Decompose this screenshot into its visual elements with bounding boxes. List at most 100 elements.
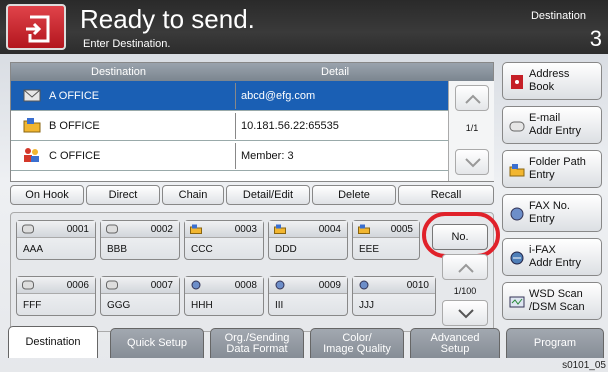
one-touch-key[interactable]: 0004 DDD: [268, 220, 348, 260]
row-divider: [235, 143, 236, 169]
key-number: 0002: [150, 224, 173, 235]
list-scroll-down-button[interactable]: [455, 149, 489, 175]
tab-program[interactable]: Program: [506, 328, 604, 358]
key-header: 0002: [101, 221, 179, 238]
page-title: Ready to send.: [80, 4, 255, 34]
one-touch-key[interactable]: 0010 JJJ: [352, 276, 436, 316]
list-row[interactable]: B OFFICE 10.181.56.22:65535: [11, 111, 448, 141]
key-scroll-down-button[interactable]: [442, 300, 488, 326]
list-scroll-up-button[interactable]: [455, 85, 489, 111]
scan-icon: [509, 296, 525, 308]
folder-icon: [509, 164, 525, 177]
column-header-destination[interactable]: Destination: [91, 66, 146, 78]
tab-advanced-setup[interactable]: Advanced Setup: [410, 328, 500, 358]
key-header: 0005: [353, 221, 419, 238]
detail-edit-button[interactable]: Detail/Edit: [226, 185, 310, 205]
direct-button[interactable]: Direct: [86, 185, 160, 205]
tab-quick-setup[interactable]: Quick Setup: [110, 328, 204, 358]
chevron-down-icon: [465, 158, 481, 168]
key-header: 0004: [269, 221, 347, 238]
fax-icon: [359, 280, 369, 290]
figure-code: s0101_05: [562, 360, 606, 371]
ifax-addr-entry-label: i-FAX Addr Entry: [529, 244, 581, 269]
row-name: A OFFICE: [49, 90, 100, 102]
key-number: 0003: [234, 224, 257, 235]
key-number: 0009: [318, 280, 341, 291]
one-touch-key[interactable]: 0007 GGG: [100, 276, 180, 316]
tab-destination[interactable]: Destination: [8, 326, 98, 358]
folder-path-entry-label: Folder Path Entry: [529, 156, 586, 181]
list-scrollbar: 1/1: [448, 81, 494, 181]
one-touch-key[interactable]: 0008 HHH: [184, 276, 264, 316]
fax-icon: [275, 280, 285, 290]
key-header: 0009: [269, 277, 347, 294]
email-icon: [22, 280, 34, 290]
list-row[interactable]: A OFFICE abcd@efg.com: [11, 81, 448, 111]
one-touch-key[interactable]: 0003 CCC: [184, 220, 264, 260]
row-name: C OFFICE: [49, 150, 101, 162]
one-touch-key[interactable]: 0005 EEE: [352, 220, 420, 260]
one-touch-key[interactable]: 0009 III: [268, 276, 348, 316]
key-header: 0008: [185, 277, 263, 294]
key-scroll-up-button[interactable]: [442, 254, 488, 280]
chevron-up-icon: [458, 263, 474, 273]
key-header: 0006: [17, 277, 95, 294]
one-touch-key[interactable]: 0006 FFF: [16, 276, 96, 316]
fax-icon: [510, 207, 524, 221]
list-header: Destination Detail: [11, 63, 493, 81]
header-bar: Ready to send. Enter Destination. Destin…: [0, 0, 608, 54]
row-detail: abcd@efg.com: [241, 90, 316, 102]
tab-org-sending-data-format[interactable]: Org./Sending Data Format: [210, 328, 304, 358]
one-touch-key[interactable]: 0002 BBB: [100, 220, 180, 260]
fax-no-entry-button[interactable]: FAX No. Entry: [502, 194, 602, 232]
email-addr-entry-button[interactable]: E-mail Addr Entry: [502, 106, 602, 144]
folder-icon: [190, 224, 202, 234]
destination-list: Destination Detail A OFFICE abcd@efg.com…: [10, 62, 494, 182]
key-header: 0003: [185, 221, 263, 238]
key-number: 0004: [318, 224, 341, 235]
key-header: 0001: [17, 221, 95, 238]
one-touch-key[interactable]: 0001 AAA: [16, 220, 96, 260]
destination-count: 3: [589, 26, 602, 51]
ifax-addr-entry-button[interactable]: i-FAX Addr Entry: [502, 238, 602, 276]
row-divider: [235, 113, 236, 139]
chevron-down-icon: [458, 309, 474, 319]
key-name: DDD: [275, 244, 297, 255]
chevron-up-icon: [465, 94, 481, 104]
address-book-label: Address Book: [529, 68, 570, 93]
home-button[interactable]: [6, 4, 66, 50]
address-book-icon: [511, 75, 523, 89]
key-number: 0006: [66, 280, 89, 291]
email-icon: [509, 121, 525, 132]
list-page-indicator: 1/1: [465, 123, 479, 133]
email-icon: [106, 224, 118, 234]
chain-button[interactable]: Chain: [162, 185, 224, 205]
home-icon: [26, 15, 50, 43]
folder-icon: [274, 224, 286, 234]
row-detail: Member: 3: [241, 150, 294, 162]
fax-icon: [191, 280, 201, 290]
on-hook-button[interactable]: On Hook: [10, 185, 84, 205]
group-icon: [24, 148, 39, 162]
destination-count-label: Destination: [530, 10, 586, 22]
wsd-dsm-scan-button[interactable]: WSD Scan/DSM Scan: [502, 282, 602, 320]
key-name: CCC: [191, 244, 213, 255]
recall-button[interactable]: Recall: [398, 185, 494, 205]
key-name: JJJ: [359, 300, 374, 311]
email-icon: [106, 280, 118, 290]
key-number: 0010: [406, 280, 429, 291]
key-number: 0001: [66, 224, 89, 235]
column-header-detail[interactable]: Detail: [321, 66, 349, 78]
highlight-ring: [422, 212, 500, 258]
folder-path-entry-button[interactable]: Folder Path Entry: [502, 150, 602, 188]
list-row[interactable]: C OFFICE Member: 3: [11, 141, 448, 171]
key-name: BBB: [107, 244, 128, 255]
folder-icon: [23, 118, 41, 133]
email-addr-entry-label: E-mail Addr Entry: [529, 112, 581, 137]
address-book-button[interactable]: Address Book: [502, 62, 602, 100]
tab-color-image-quality[interactable]: Color/Image Quality: [310, 328, 404, 358]
delete-button[interactable]: Delete: [312, 185, 396, 205]
folder-icon: [358, 224, 370, 234]
row-name: B OFFICE: [49, 120, 100, 132]
key-name: EEE: [359, 244, 380, 255]
